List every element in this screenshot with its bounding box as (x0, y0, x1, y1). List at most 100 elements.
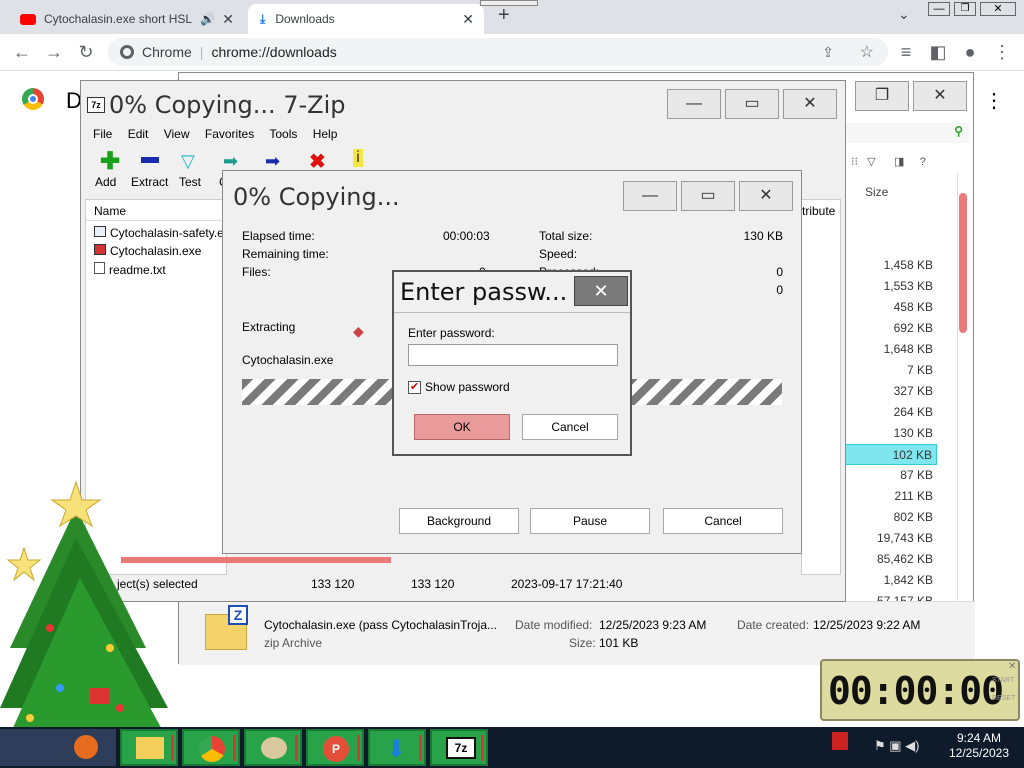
stopwatch-start-button[interactable]: START (992, 677, 1014, 684)
tab-downloads[interactable]: ⤓ Downloads ✕ (248, 4, 484, 34)
add-button[interactable]: Add (95, 175, 116, 189)
address-bar[interactable]: Chrome | chrome://downloads ⇪ ☆ (108, 38, 888, 66)
file-size-cell[interactable]: 692 KB (839, 318, 937, 339)
share-icon[interactable]: ⇪ (822, 44, 834, 61)
new-tab-button[interactable]: + (498, 4, 510, 27)
minimize-button[interactable]: — (928, 2, 950, 16)
show-password-label: Show password (425, 380, 510, 394)
restore-button[interactable]: ❐ (954, 2, 976, 16)
password-label: Enter password: (408, 326, 495, 340)
tab-youtube[interactable]: Cytochalasin.exe short HSL T 🔊 ✕ (8, 4, 244, 34)
menu-help[interactable]: Help (313, 127, 338, 141)
stopwatch-close-icon[interactable]: ✕ (1008, 661, 1016, 672)
password-input[interactable] (408, 344, 618, 366)
elapsed-value: 00:00:03 (443, 229, 490, 243)
system-tray-icons[interactable]: ⚑ ▣ ◀) (874, 738, 920, 754)
taskbar-chrome[interactable] (182, 729, 240, 766)
tab-search-icon[interactable]: ⌄ (898, 6, 910, 23)
list-item[interactable]: readme.txt (94, 262, 166, 277)
name-column-header[interactable]: Name (94, 204, 126, 218)
profile-icon[interactable]: ● (958, 40, 982, 64)
file-size-cell[interactable]: 1,648 KB (839, 339, 937, 360)
file-size-cell[interactable]: 1,458 KB (839, 255, 937, 276)
flag-icon[interactable] (832, 732, 848, 750)
taskbar-downloader[interactable]: ⬇ (368, 729, 426, 766)
7zip-maximize-button[interactable]: ▭ (725, 89, 779, 119)
taskbar-pdf[interactable]: P (306, 729, 364, 766)
test-button[interactable]: Test (179, 175, 201, 189)
ok-button[interactable]: OK (414, 414, 510, 440)
menu-icon[interactable]: ⋮ (990, 40, 1014, 64)
side-panel-icon[interactable]: ◧ (926, 40, 950, 64)
reload-icon[interactable]: ↻ (74, 40, 98, 64)
pause-button[interactable]: Pause (530, 508, 650, 534)
close-icon[interactable]: ✕ (462, 11, 474, 28)
file-size-cell[interactable]: 102 KB (839, 444, 937, 465)
modified-label: Date modified: (515, 618, 593, 632)
7zip-minimize-button[interactable]: — (667, 89, 721, 119)
view-icons[interactable]: ⁝⁝ ▽ ◨ ? (851, 155, 926, 168)
file-size-cell[interactable]: 7 KB (839, 360, 937, 381)
explorer-close-button[interactable]: ✕ (913, 81, 967, 111)
cancel-copy-button[interactable]: Cancel (663, 508, 783, 534)
folder-icon (136, 737, 164, 759)
password-close-button[interactable]: ✕ (574, 276, 628, 306)
7zip-icon: 7z (446, 737, 476, 759)
list-item[interactable]: Cytochalasin-safety.e (94, 226, 224, 240)
explorer-search-box[interactable]: ⚲ (839, 123, 969, 143)
download-arrow-icon: ⬇ (386, 736, 407, 763)
file-size-cell[interactable]: 130 KB (839, 423, 937, 444)
bookmark-star-icon[interactable]: ☆ (860, 42, 874, 62)
taskbar-7zip[interactable]: 7z (430, 729, 488, 766)
attribute-column-header[interactable]: tribute (802, 204, 835, 218)
scrollbar-track[interactable] (957, 173, 969, 603)
taskbar-paint[interactable] (244, 729, 302, 766)
menu-tools[interactable]: Tools (269, 127, 297, 141)
file-size-cell[interactable]: 802 KB (839, 507, 937, 528)
extract-button[interactable]: Extract (131, 175, 168, 189)
7zip-app-icon: 7z (87, 97, 105, 113)
stopwatch-reset-button[interactable]: RESET (992, 695, 1015, 702)
explorer-restore-button[interactable]: ❐ (855, 81, 909, 111)
copy-minimize-button[interactable]: — (623, 181, 677, 211)
file-size-cell[interactable]: 1,842 KB (839, 570, 937, 591)
7zip-close-button[interactable]: ✕ (783, 89, 837, 119)
taskbar-start-area[interactable] (0, 729, 116, 766)
file-size-cell[interactable]: 211 KB (839, 486, 937, 507)
password-dialog-title: Enter passw... (400, 278, 568, 306)
menu-view[interactable]: View (164, 127, 190, 141)
back-icon[interactable]: ← (10, 40, 34, 64)
file-size-cell[interactable]: 327 KB (839, 381, 937, 402)
clock-time[interactable]: 9:24 AM (944, 731, 1014, 745)
move-icon[interactable]: ➡ (265, 151, 280, 172)
cancel-button[interactable]: Cancel (522, 414, 618, 440)
info-icon[interactable]: i (353, 149, 363, 167)
show-password-checkbox[interactable]: ✔ Show password (408, 380, 510, 394)
7zip-window-title: 0% Copying... 7-Zip (109, 91, 346, 119)
list-item[interactable]: Cytochalasin.exe (94, 244, 201, 258)
action-label: Extracting (242, 320, 296, 334)
chrome-logo-icon (22, 88, 44, 110)
forward-icon[interactable]: → (42, 40, 66, 64)
file-size-cell[interactable]: 1,553 KB (839, 276, 937, 297)
clock-date[interactable]: 12/25/2023 (944, 746, 1014, 760)
taskbar-explorer[interactable] (120, 729, 178, 766)
file-size-cell[interactable]: 19,743 KB (839, 528, 937, 549)
file-size-cell[interactable]: 264 KB (839, 402, 937, 423)
file-size-cell[interactable]: 458 KB (839, 297, 937, 318)
background-button[interactable]: Background (399, 508, 519, 534)
page-menu-icon[interactable]: ⋮ (984, 88, 1004, 113)
speaker-icon: 🔊 (200, 12, 215, 26)
file-size-cell[interactable]: 87 KB (839, 465, 937, 486)
menu-edit[interactable]: Edit (128, 127, 149, 141)
media-icon[interactable]: ≡ (894, 40, 918, 64)
size-column-header[interactable]: Size (865, 185, 888, 199)
close-window-button[interactable]: ✕ (980, 2, 1016, 16)
menu-file[interactable]: File (93, 127, 112, 141)
copy-close-button[interactable]: ✕ (739, 181, 793, 211)
close-icon[interactable]: ✕ (222, 11, 234, 28)
add-icon[interactable]: ✚ (95, 150, 125, 174)
copy-maximize-button[interactable]: ▭ (681, 181, 735, 211)
menu-favorites[interactable]: Favorites (205, 127, 254, 141)
file-size-cell[interactable]: 85,462 KB (839, 549, 937, 570)
